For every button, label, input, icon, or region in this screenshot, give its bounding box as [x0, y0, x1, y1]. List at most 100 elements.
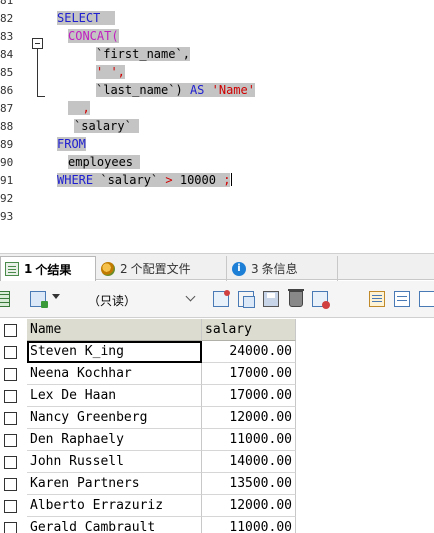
line-number: 90 [0, 156, 14, 169]
row-checkbox[interactable] [4, 412, 17, 425]
editor-line: 83 CONCAT( [0, 29, 434, 44]
row-checkbox[interactable] [4, 456, 17, 469]
line-number: 86 [0, 84, 14, 97]
code-semicolon: ; [223, 173, 231, 187]
line-number: 83 [0, 30, 14, 43]
code-operator-gt: > [165, 173, 173, 187]
tab-results[interactable]: 1 个结果 [0, 256, 96, 281]
tab-info[interactable]: i 3 条信息 [228, 256, 338, 281]
cell-name[interactable]: John Russell [27, 451, 202, 473]
row-checkbox[interactable] [4, 522, 17, 533]
refresh-icon[interactable] [312, 291, 330, 309]
line-number: 92 [0, 192, 14, 205]
code-string-separator: ' ', [96, 65, 125, 79]
export-dropdown-arrow[interactable] [52, 294, 60, 299]
cell-name[interactable]: Steven K_ing [27, 341, 202, 363]
cell-salary[interactable]: 24000.00 [202, 341, 296, 363]
code-alias-name: 'Name' [211, 83, 255, 97]
result-grid-icon [5, 262, 19, 276]
cell-salary[interactable]: 17000.00 [202, 363, 296, 385]
result-tabs: 1 个结果 2 个配置文件 i 3 条信息 [0, 253, 434, 281]
cell-salary[interactable]: 11000.00 [202, 429, 296, 451]
result-grid: Name salary Steven K_ing 24000.00 Neena Ko… [0, 319, 434, 533]
cell-name[interactable]: Lex De Haan [27, 385, 202, 407]
export-icon[interactable] [30, 291, 48, 308]
code-column-last-name: `last_name`) [96, 83, 183, 97]
tab-results-number: 1 [24, 262, 33, 276]
editor-line: 82 SELECT [0, 11, 434, 26]
row-checkbox[interactable] [4, 346, 17, 359]
editor-line: 85 ' ', [0, 65, 434, 80]
table-row[interactable]: John Russell 14000.00 [0, 451, 300, 473]
editor-line: 91 WHERE `salary` > 10000 ; [0, 173, 434, 188]
row-checkbox[interactable] [4, 500, 17, 513]
cell-name[interactable]: Neena Kochhar [27, 363, 202, 385]
add-row-icon[interactable] [213, 290, 230, 307]
table-row[interactable]: Neena Kochhar 17000.00 [0, 363, 300, 385]
cell-salary[interactable]: 14000.00 [202, 451, 296, 473]
cell-salary[interactable]: 13500.00 [202, 473, 296, 495]
cell-salary[interactable]: 12000.00 [202, 407, 296, 429]
editor-line: 93 [0, 209, 434, 224]
cell-salary[interactable]: 12000.00 [202, 495, 296, 517]
text-cursor [231, 173, 233, 186]
cell-name[interactable]: Den Raphaely [27, 429, 202, 451]
code-keyword-where: WHERE [57, 173, 94, 187]
cell-name[interactable]: Alberto Errazuriz [27, 495, 202, 517]
line-number: 88 [0, 120, 14, 133]
code-column-salary: `salary` [74, 119, 132, 133]
duplicate-row-icon[interactable] [238, 291, 255, 308]
sql-editor[interactable]: 81 82 SELECT 83 CONCAT( 84 `first_name`,… [0, 0, 434, 243]
save-icon[interactable] [263, 291, 279, 307]
row-checkbox[interactable] [4, 390, 17, 403]
info-icon: i [232, 261, 246, 276]
line-number: 81 [0, 0, 14, 7]
tab-profile-label: 个配置文件 [130, 262, 191, 276]
table-row[interactable]: Steven K_ing 24000.00 [0, 341, 300, 363]
select-all-checkbox[interactable] [4, 324, 17, 337]
text-mode-icon[interactable] [419, 291, 434, 307]
delete-icon[interactable] [288, 289, 304, 307]
tab-profile[interactable]: 2 个配置文件 [97, 256, 227, 281]
tab-results-label: 个结果 [35, 262, 72, 277]
code-column-first-name: `first_name`, [96, 47, 190, 61]
form-mode-icon[interactable] [394, 291, 410, 307]
grid-view-icon[interactable] [0, 291, 10, 307]
line-number: 82 [0, 12, 14, 25]
cell-salary[interactable]: 11000.00 [202, 517, 296, 533]
editor-line: 89 FROM [0, 137, 434, 152]
column-header-salary[interactable]: salary [202, 319, 296, 341]
editor-line: 92 [0, 191, 434, 206]
code-table-employees: employees [68, 155, 134, 169]
editor-line: 84 `first_name`, [0, 47, 434, 62]
result-mode-select[interactable]: （只读） [80, 290, 198, 310]
cell-name[interactable]: Karen Partners [27, 473, 202, 495]
table-row[interactable]: Alberto Errazuriz 12000.00 [0, 495, 300, 517]
cell-salary[interactable]: 17000.00 [202, 385, 296, 407]
line-number: 91 [0, 174, 14, 187]
table-row[interactable]: Karen Partners 13500.00 [0, 473, 300, 495]
editor-line: 90 employees [0, 155, 434, 170]
line-number: 85 [0, 66, 14, 79]
cell-name[interactable]: Nancy Greenberg [27, 407, 202, 429]
line-number: 93 [0, 210, 14, 223]
result-mode-value: （只读） [88, 294, 137, 308]
editor-line: 87 , [0, 101, 434, 116]
chevron-down-icon [186, 293, 196, 303]
grid-mode-icon[interactable] [369, 291, 385, 307]
table-row[interactable]: Den Raphaely 11000.00 [0, 429, 300, 451]
cell-name[interactable]: Gerald Cambrault [27, 517, 202, 533]
row-checkbox[interactable] [4, 368, 17, 381]
profile-icon [101, 261, 115, 276]
line-number: 89 [0, 138, 14, 151]
row-checkbox[interactable] [4, 478, 17, 491]
row-checkbox[interactable] [4, 434, 17, 447]
editor-line: 88 `salary` [0, 119, 434, 134]
table-row[interactable]: Nancy Greenberg 12000.00 [0, 407, 300, 429]
table-row[interactable]: Lex De Haan 17000.00 [0, 385, 300, 407]
column-header-name[interactable]: Name [27, 319, 202, 341]
tab-info-number: 3 [251, 261, 259, 276]
table-row[interactable]: Gerald Cambrault 11000.00 [0, 517, 300, 533]
editor-line: 86 `last_name`) AS 'Name' [0, 83, 434, 98]
code-where-value: 10000 [179, 173, 216, 187]
